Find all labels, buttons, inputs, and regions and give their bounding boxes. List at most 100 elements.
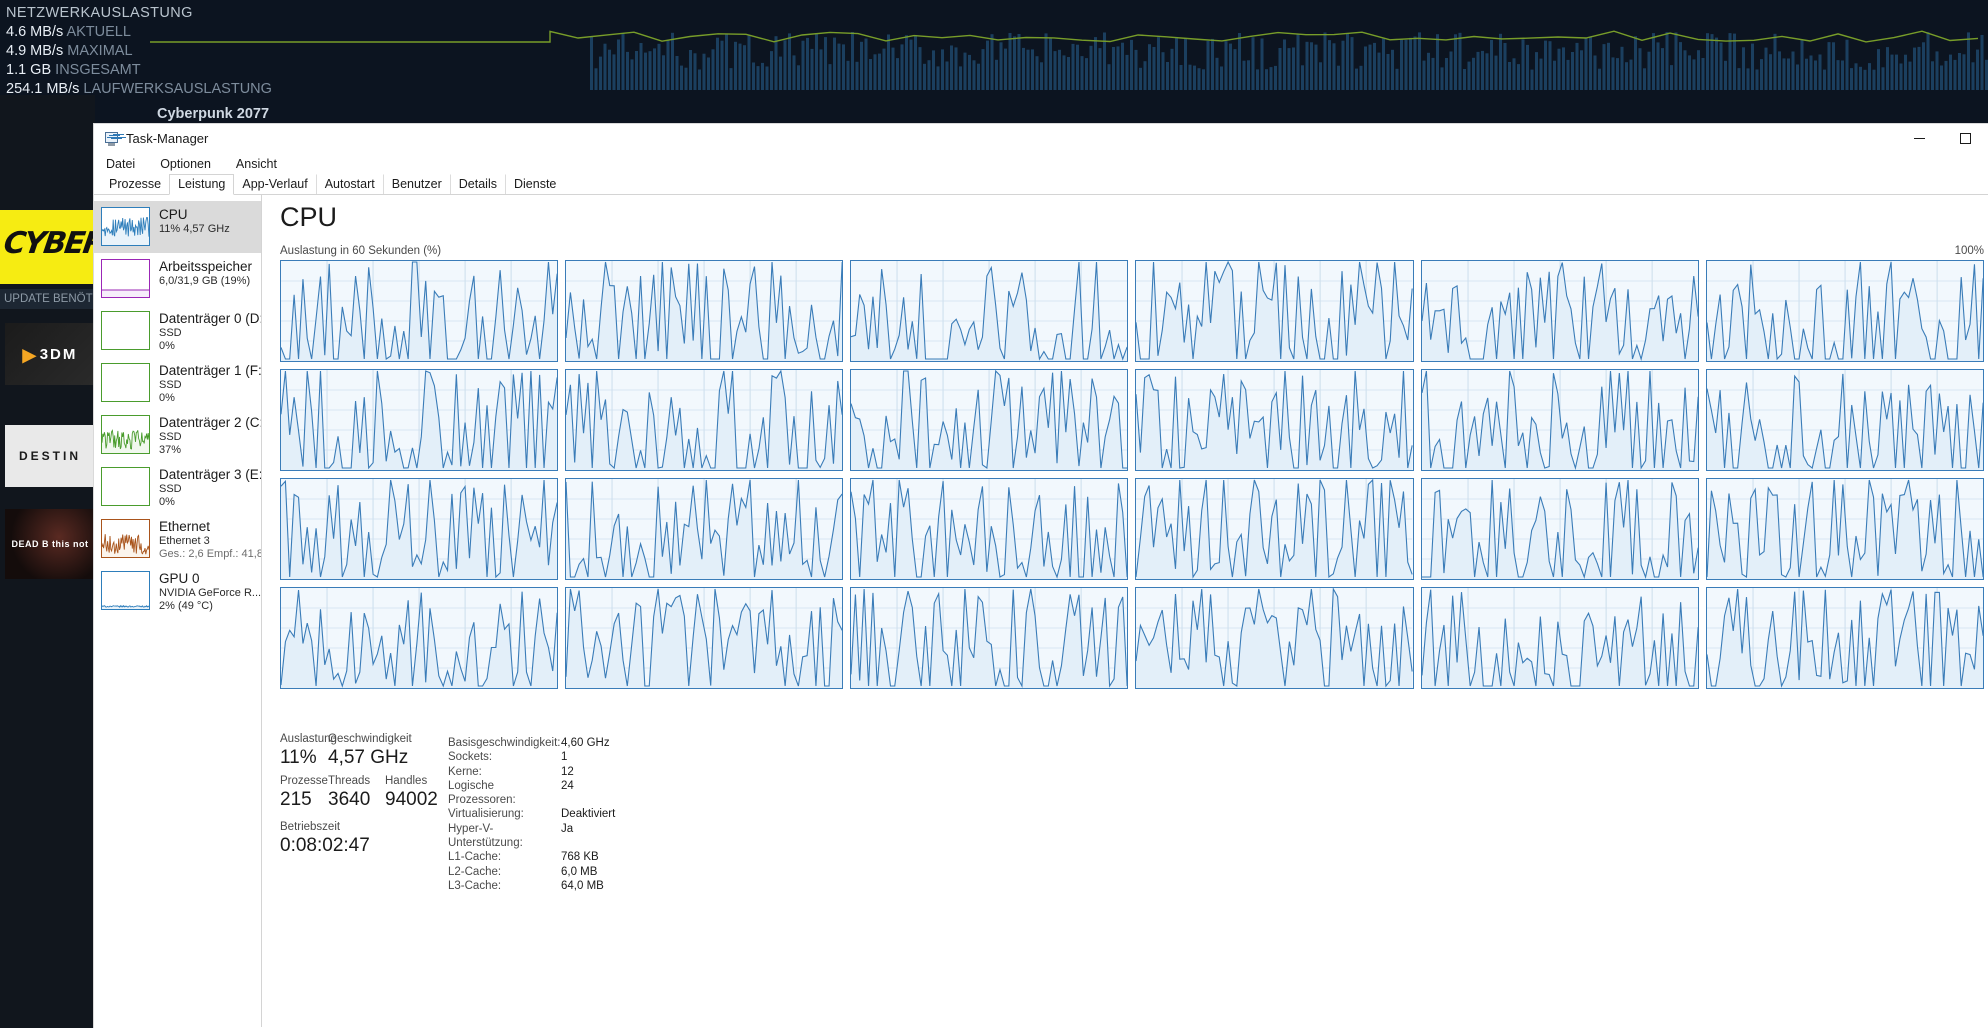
sidebar-item-sub2: 2% (49 °C) <box>159 600 213 612</box>
minimize-button[interactable] <box>1896 124 1942 153</box>
spec-value: 768 KB <box>561 851 599 864</box>
logical-processor-graph[interactable] <box>1135 587 1414 689</box>
sidebar-item-datentr-ger-3-e[interactable]: Datenträger 3 (E:) SSD 0% <box>94 461 261 513</box>
logical-processor-graph[interactable] <box>1135 478 1414 580</box>
logical-processor-graph[interactable] <box>1135 369 1414 471</box>
tab-benutzer[interactable]: Benutzer <box>382 174 451 194</box>
network-row-disk: 254.1 MB/s LAUFWERKSAUSLASTUNG <box>6 80 1988 99</box>
logical-processor-graph[interactable] <box>1705 587 1984 689</box>
threads-value: 3640 <box>328 789 371 810</box>
logical-processor-graph[interactable] <box>565 260 844 362</box>
network-max-label: MAXIMAL <box>67 43 133 59</box>
sidebar-item-cpu[interactable]: CPU 11% 4,57 GHz <box>94 201 261 253</box>
logical-processor-graph[interactable] <box>850 260 1129 362</box>
launcher-card-dbd-label: DEAD B this not <box>11 538 89 549</box>
launcher-card-3dmark-label: 3DM <box>39 345 78 363</box>
sidebar-item-gpu-0[interactable]: GPU 0 NVIDIA GeForce R... 2% (49 °C) <box>94 565 261 617</box>
spec-row: Virtualisierung: Deaktiviert <box>448 807 1978 821</box>
cpu-stats-panel: Auslastung Geschwindigkeit 11% 4,57 GHz … <box>280 733 1978 893</box>
sidebar-item-arbeitsspeicher[interactable]: Arbeitsspeicher 6,0/31,9 GB (19%) <box>94 253 261 305</box>
sidebar-item-label: Datenträger 1 (F:) <box>159 363 261 378</box>
task-manager-window: Task-Manager Datei Optionen Ansicht Proz… <box>94 124 1988 1028</box>
title-bar[interactable]: Task-Manager <box>94 124 1988 153</box>
maximize-button[interactable] <box>1942 124 1988 153</box>
logical-processor-graph[interactable] <box>1705 369 1984 471</box>
menu-item-datei[interactable]: Datei <box>104 156 137 172</box>
logical-processor-grid[interactable] <box>280 260 1988 689</box>
tab-details[interactable]: Details <box>449 174 506 194</box>
logical-processor-graph[interactable] <box>280 478 559 580</box>
launcher-card-3dmark[interactable]: ▸ 3DM <box>5 323 95 385</box>
threads-label: Threads <box>328 775 371 787</box>
sidebar-item-texts: Datenträger 2 (C:) SSD 37% <box>159 415 261 457</box>
logical-processor-graph[interactable] <box>1420 369 1699 471</box>
sidebar-item-ethernet[interactable]: Ethernet Ethernet 3 Ges.: 2,6 Empf.: 41,8 … <box>94 513 261 565</box>
sidebar-item-datentr-ger-1-f[interactable]: Datenträger 1 (F:) SSD 0% <box>94 357 261 409</box>
network-total-value: 1.1 GB <box>6 62 52 78</box>
resource-sidebar[interactable]: CPU 11% 4,57 GHz Arbeitsspeicher 6,0/31,9 G… <box>94 195 262 1027</box>
sidebar-item-sub1: Ethernet 3 <box>159 535 210 547</box>
sidebar-thumbnail-graph <box>101 259 150 298</box>
logical-processor-graph[interactable] <box>1135 260 1414 362</box>
spec-key: L2-Cache: <box>448 865 502 878</box>
logical-processor-graph[interactable] <box>565 369 844 471</box>
spec-value: 64,0 MB <box>561 879 604 892</box>
spec-row: Hyper-V-Unterstützung: Ja <box>448 822 1978 851</box>
logical-processor-graph[interactable] <box>280 587 559 689</box>
menu-item-ansicht[interactable]: Ansicht <box>234 156 279 172</box>
logical-processor-graph[interactable] <box>280 260 559 362</box>
logical-processor-graph[interactable] <box>565 478 844 580</box>
spec-value: 6,0 MB <box>561 865 598 878</box>
window-body: CPU 11% 4,57 GHz Arbeitsspeicher 6,0/31,9 G… <box>94 195 1988 1027</box>
logical-processor-graph[interactable] <box>280 369 559 471</box>
sidebar-item-sub1: 6,0/31,9 GB (19%) <box>159 275 251 287</box>
tab-app-verlauf[interactable]: App-Verlauf <box>233 174 316 194</box>
tab-strip: Prozesse Leistung App-Verlauf Autostart … <box>94 174 1988 195</box>
logical-processor-graph[interactable] <box>850 478 1129 580</box>
tab-prozesse[interactable]: Prozesse <box>100 174 170 194</box>
network-row-total: 1.1 GB INSGESAMT <box>6 61 1988 80</box>
spec-key: Virtualisierung: <box>448 808 524 821</box>
sidebar-item-sub2: 37% <box>159 444 182 456</box>
sidebar-item-datentr-ger-2-c[interactable]: Datenträger 2 (C:) SSD 37% <box>94 409 261 461</box>
game-launcher-sidebar: CYBER UPDATE BENÖTIGT ▸ 3DM DESTIN DEAD … <box>0 95 112 1028</box>
spec-row: Logische Prozessoren: 24 <box>448 779 1978 808</box>
launcher-card-destiny[interactable]: DESTIN <box>5 425 95 487</box>
network-current-value: 4.6 MB/s <box>6 24 64 40</box>
tab-dienste[interactable]: Dienste <box>504 174 565 194</box>
sidebar-thumbnail-graph <box>101 207 150 246</box>
logical-processor-graph[interactable] <box>1420 478 1699 580</box>
utilization-label: Auslastung <box>280 733 337 745</box>
sidebar-item-label: CPU <box>159 207 188 222</box>
sidebar-item-datentr-ger-0-d[interactable]: Datenträger 0 (D:) SSD 0% <box>94 305 261 357</box>
logical-processor-graph[interactable] <box>1705 478 1984 580</box>
tab-autostart[interactable]: Autostart <box>315 174 384 194</box>
sidebar-item-sub2: 0% <box>159 340 175 352</box>
cyberpunk-banner[interactable]: CYBER <box>0 210 95 284</box>
spec-key: Hyper-V-Unterstützung: <box>448 822 523 850</box>
spec-key: L3-Cache: <box>448 879 502 892</box>
update-required-badge[interactable]: UPDATE BENÖTIGT <box>0 289 112 309</box>
spec-key: L1-Cache: <box>448 851 502 864</box>
menu-item-optionen[interactable]: Optionen <box>158 156 213 172</box>
spec-value: 1 <box>561 751 568 764</box>
tab-leistung[interactable]: Leistung <box>169 174 235 195</box>
logical-processor-graph[interactable] <box>565 587 844 689</box>
logical-processor-graph[interactable] <box>850 587 1129 689</box>
spec-key: Sockets: <box>448 751 493 764</box>
spec-key: Logische Prozessoren: <box>448 779 516 807</box>
logical-processor-graph[interactable] <box>1705 260 1984 362</box>
disk-usage-value: 254.1 MB/s <box>6 81 80 97</box>
sidebar-item-sub1: SSD <box>159 483 182 495</box>
sidebar-item-texts: CPU 11% 4,57 GHz <box>159 207 261 236</box>
sidebar-item-sub2: 0% <box>159 496 175 508</box>
sidebar-item-texts: GPU 0 NVIDIA GeForce R... 2% (49 °C) <box>159 571 261 613</box>
graph-caption-row: Auslastung in 60 Sekunden (%) 100% <box>280 245 1988 257</box>
sidebar-item-sub1: SSD <box>159 327 182 339</box>
logical-processor-graph[interactable] <box>850 369 1129 471</box>
network-current-label: AKTUELL <box>66 24 131 40</box>
logical-processor-graph[interactable] <box>1420 587 1699 689</box>
logical-processor-graph[interactable] <box>1420 260 1699 362</box>
launcher-card-dbd[interactable]: DEAD B this not <box>5 509 95 579</box>
sidebar-thumbnail-graph <box>101 519 150 558</box>
